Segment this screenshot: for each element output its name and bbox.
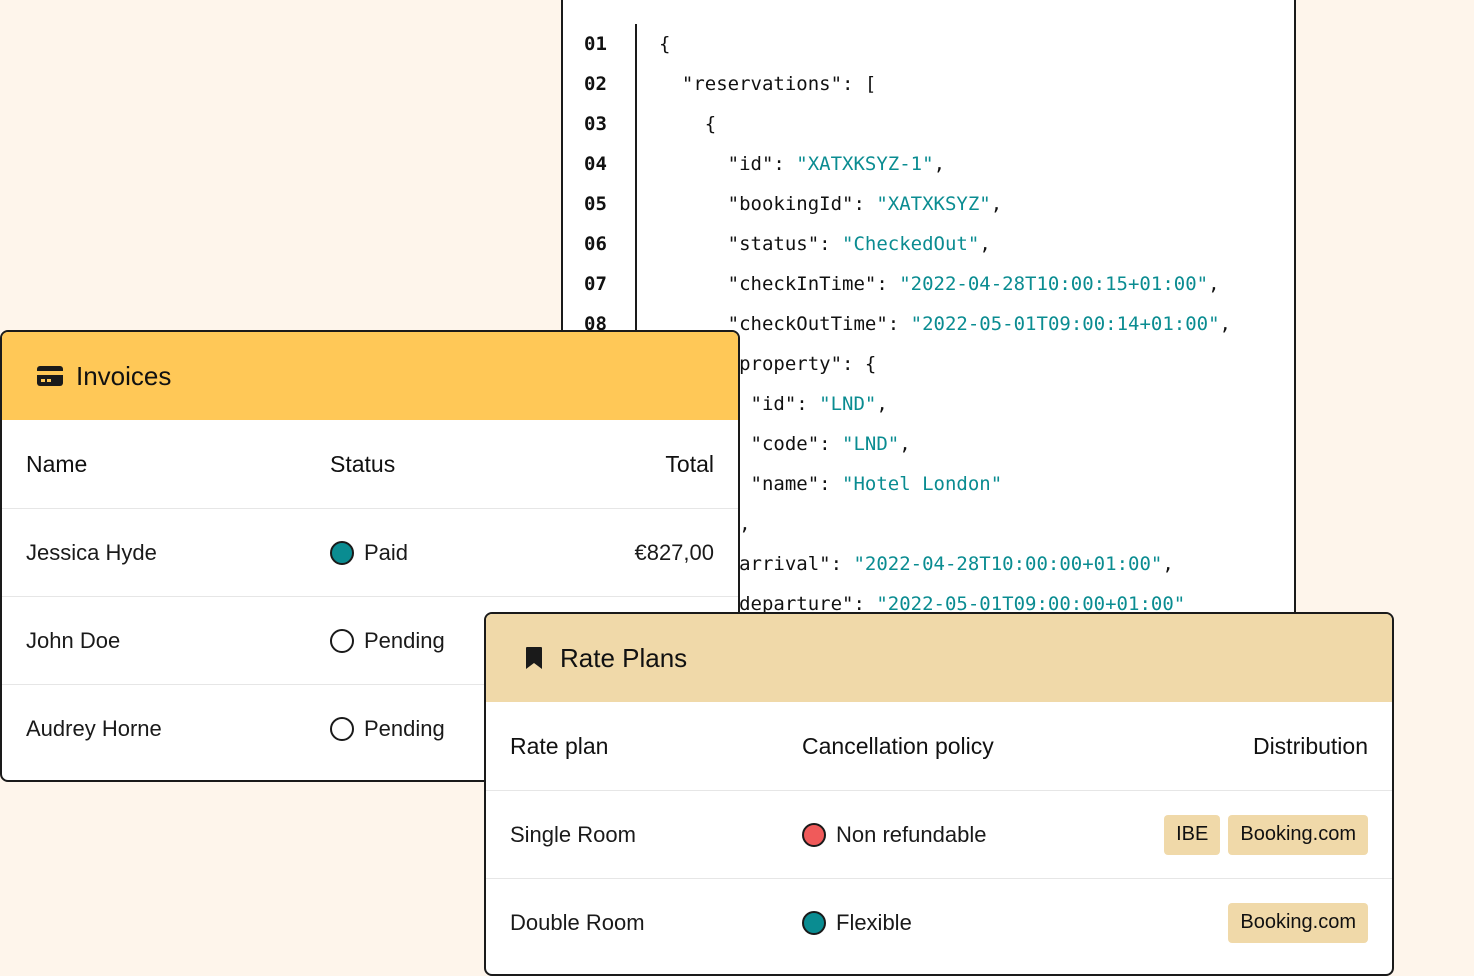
policy-label: Flexible	[836, 909, 912, 935]
code-token: ,	[1162, 553, 1174, 575]
code-token: ,	[876, 393, 888, 415]
invoices-header-row: Name Status Total	[2, 420, 738, 508]
line-number: 01	[584, 33, 607, 55]
distribution-channels: Booking.com	[1228, 902, 1368, 943]
status-dot-icon	[330, 716, 354, 741]
credit-card-icon	[36, 362, 64, 390]
policy-label: Non refundable	[836, 821, 987, 847]
bookmark-icon	[520, 644, 548, 672]
code-line: 05 "bookingId": "XATXKSYZ",	[563, 184, 1002, 224]
table-row[interactable]: Jessica Hyde Paid €827,00	[2, 508, 738, 596]
code-string: "CheckedOut"	[842, 233, 980, 255]
line-number: 06	[584, 233, 607, 255]
status-label: Pending	[364, 627, 445, 653]
code-text: "reservations": [	[659, 73, 876, 95]
status-label: Pending	[364, 715, 445, 741]
policy-dot-icon	[802, 910, 826, 935]
table-row[interactable]: Double Room Flexible Booking.com	[486, 878, 1392, 966]
code-string: "Hotel London"	[842, 473, 1003, 495]
line-number: 02	[584, 73, 607, 95]
code-line: 01 {	[563, 24, 670, 64]
invoice-name: Jessica Hyde	[26, 539, 157, 565]
code-token: ,	[979, 233, 991, 255]
code-string: "2022-05-01T09:00:14+01:00"	[910, 313, 1220, 335]
code-token: "bookingId":	[659, 193, 877, 215]
code-line: 07 "checkInTime": "2022-04-28T10:00:15+0…	[563, 264, 1220, 304]
code-string: "XATXKSYZ-1"	[796, 153, 934, 175]
code-token: {	[659, 33, 671, 55]
line-number: 07	[584, 273, 607, 295]
code-text: {	[659, 113, 716, 135]
column-header-cancellation-policy: Cancellation policy	[802, 732, 994, 759]
code-text: "bookingId": "XATXKSYZ",	[659, 193, 1003, 215]
status-dot-icon	[330, 628, 354, 653]
code-token: ,	[899, 433, 911, 455]
code-string: "LND"	[819, 393, 877, 415]
line-number: 05	[584, 193, 607, 215]
code-token: ,	[1208, 273, 1220, 295]
column-header-rate-plan: Rate plan	[510, 732, 609, 759]
rate-plans-card: Rate Plans Rate plan Cancellation policy…	[484, 612, 1394, 976]
code-text: {	[659, 33, 670, 55]
distribution-channels: IBE Booking.com	[1164, 814, 1368, 855]
channel-tag[interactable]: Booking.com	[1228, 902, 1368, 943]
code-token: "checkInTime":	[659, 273, 900, 295]
policy-dot-icon	[802, 822, 826, 847]
code-token: {	[659, 113, 717, 135]
rate-plans-title: Rate Plans	[560, 642, 688, 673]
rate-plans-header: Rate Plans	[486, 614, 1392, 702]
invoice-name: John Doe	[26, 627, 121, 653]
column-header-total: Total	[665, 450, 714, 477]
cancellation-policy: Non refundable	[802, 822, 986, 848]
invoices-title: Invoices	[76, 360, 172, 391]
invoices-header: Invoices	[2, 332, 738, 420]
code-string: "LND"	[842, 433, 900, 455]
code-token: ,	[1219, 313, 1231, 335]
code-string: "2022-04-28T10:00:00+01:00"	[853, 553, 1163, 575]
code-text: "checkOutTime": "2022-05-01T09:00:14+01:…	[659, 313, 1231, 335]
channel-tag[interactable]: Booking.com	[1228, 814, 1368, 855]
line-number: 03	[584, 113, 607, 135]
code-line: 03 {	[563, 104, 716, 144]
rate-plan-name: Single Room	[510, 821, 636, 847]
code-string: "XATXKSYZ"	[876, 193, 991, 215]
code-line: 04 "id": "XATXKSYZ-1",	[563, 144, 945, 184]
code-line: 06 "status": "CheckedOut",	[563, 224, 991, 264]
cancellation-policy: Flexible	[802, 910, 912, 936]
rate-plan-name: Double Room	[510, 909, 645, 935]
rate-plans-header-row: Rate plan Cancellation policy Distributi…	[486, 702, 1392, 790]
column-header-distribution: Distribution	[1252, 732, 1368, 759]
status-badge: Paid	[330, 540, 408, 566]
code-text: "checkInTime": "2022-04-28T10:00:15+01:0…	[659, 273, 1220, 295]
line-number: 04	[584, 153, 607, 175]
status-badge: Pending	[330, 628, 445, 654]
status-dot-icon	[330, 540, 354, 565]
table-row[interactable]: Single Room Non refundable IBE Booking.com	[486, 790, 1392, 878]
code-token: "status":	[659, 233, 843, 255]
column-header-status: Status	[330, 450, 396, 477]
code-token: "id":	[659, 153, 797, 175]
code-token: ,	[933, 153, 946, 175]
status-label: Paid	[364, 539, 409, 565]
invoice-name: Audrey Horne	[26, 715, 162, 741]
code-line: 02 "reservations": [	[563, 64, 876, 104]
code-text: "status": "CheckedOut",	[659, 233, 991, 255]
code-token: ,	[990, 193, 1003, 215]
code-text: "id": "XATXKSYZ-1",	[659, 153, 945, 175]
rate-plan-rows: Single Room Non refundable IBE Booking.com D…	[486, 790, 1392, 966]
code-token: "reservations": [	[659, 73, 877, 95]
status-badge: Pending	[330, 716, 445, 742]
channel-tag[interactable]: IBE	[1164, 814, 1221, 855]
column-header-name: Name	[26, 450, 88, 477]
invoice-total: €827,00	[634, 539, 714, 565]
code-string: "2022-04-28T10:00:15+01:00"	[899, 273, 1209, 295]
